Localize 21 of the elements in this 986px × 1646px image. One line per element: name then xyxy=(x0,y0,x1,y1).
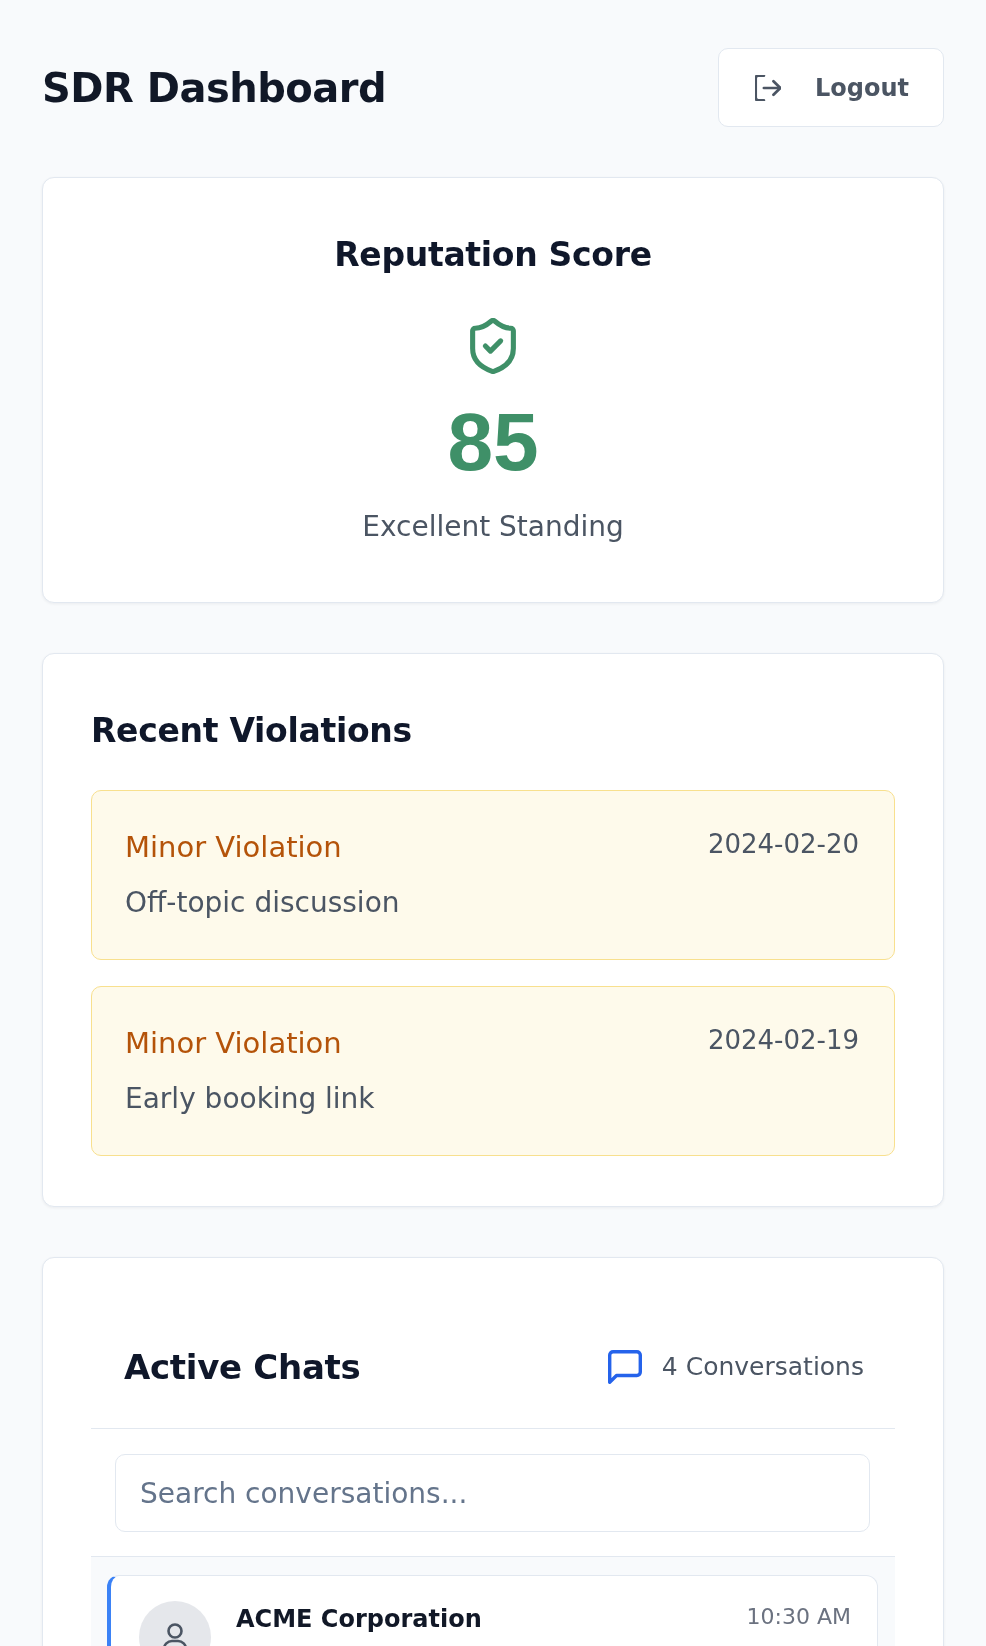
violation-date: 2024-02-19 xyxy=(707,1025,859,1055)
search-field[interactable]: Search conversations... xyxy=(115,1454,870,1532)
logout-button[interactable]: Logout xyxy=(718,48,944,127)
violations-title: Recent Violations xyxy=(91,710,412,752)
conversation-count: 4 Conversations xyxy=(661,1351,864,1383)
violation-description: Off-topic discussion xyxy=(125,886,400,920)
standing-label: Excellent Standing xyxy=(362,510,624,544)
violation-date: 2024-02-20 xyxy=(707,829,859,859)
shield-check-icon xyxy=(470,318,516,374)
chat-time: 10:30 AM xyxy=(746,1603,851,1631)
chat-item[interactable]: ACME Corporation 10:30 AM xyxy=(107,1575,878,1646)
logout-icon xyxy=(755,74,781,101)
reputation-title: Reputation Score xyxy=(334,234,652,276)
reputation-score: 85 xyxy=(447,402,539,482)
chat-bubble-icon xyxy=(607,1350,642,1384)
chat-company-name: ACME Corporation xyxy=(236,1604,482,1635)
violation-description: Early booking link xyxy=(125,1082,375,1116)
violation-severity: Minor Violation xyxy=(125,829,342,865)
page-title: SDR Dashboard xyxy=(42,63,387,112)
active-chats-title: Active Chats xyxy=(124,1346,361,1388)
violation-severity: Minor Violation xyxy=(125,1025,342,1061)
